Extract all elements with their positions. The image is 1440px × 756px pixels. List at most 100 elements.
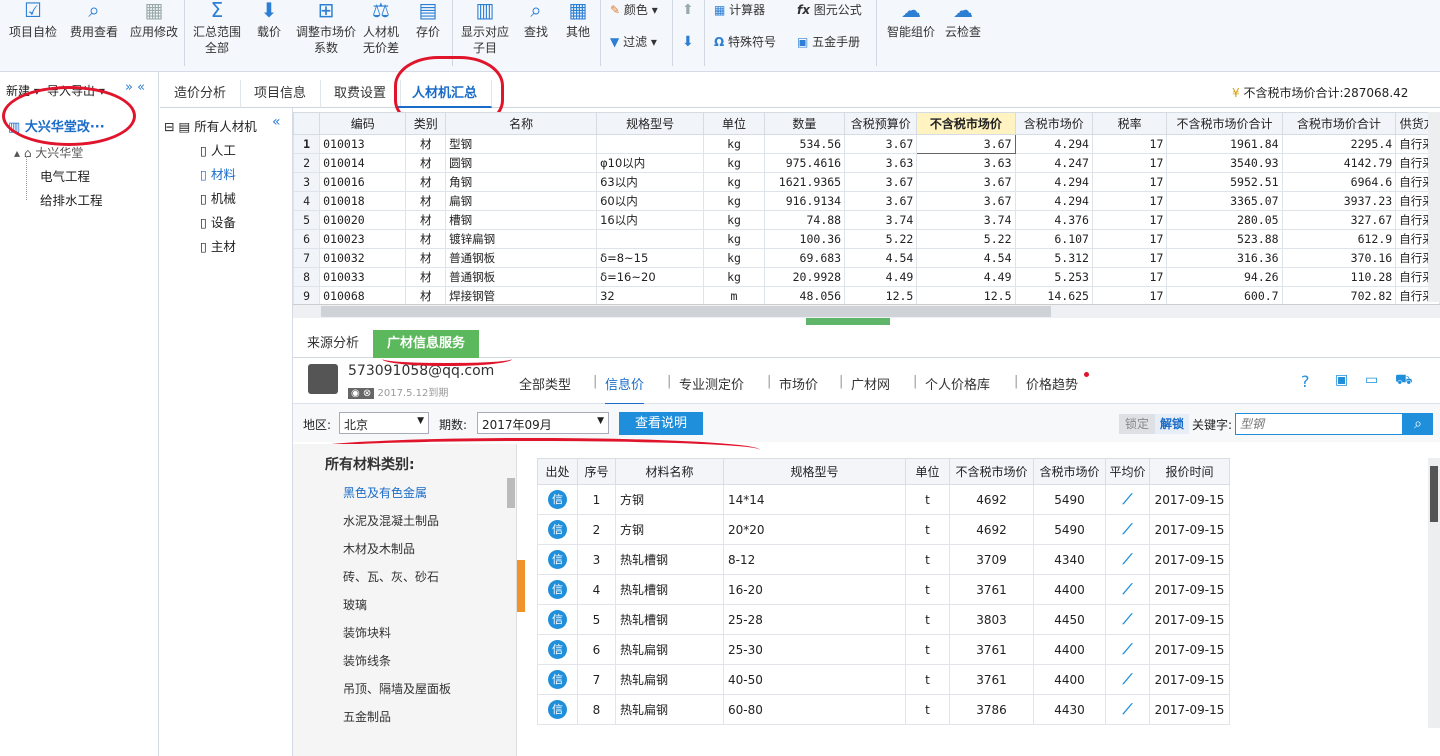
grid-header-3[interactable]: 规格型号 [596,112,705,135]
grid-cell[interactable]: 600.7 [1166,286,1283,306]
source-cell[interactable]: 信 [537,634,578,665]
avg-price-cell[interactable]: ⟋ [1105,574,1150,605]
grid-cell[interactable]: 材 [405,210,447,230]
price-cell[interactable]: 方钢 [615,514,724,545]
collapse-handle[interactable] [517,560,525,612]
table-row[interactable]: 3 010016 材角钢 63以内 kg 1621.9365 3.67 3.67 4.294 17… [292,172,1440,192]
table-row[interactable]: 4 010018 材扁钢 60以内 kg 916.9134 3.67 3.67 4.294 17 3… [292,191,1440,211]
grid-cell[interactable]: 3.63 [916,153,1016,173]
source-cell[interactable]: 信 [537,604,578,635]
tab-fee-settings[interactable]: 取费设置 [320,80,402,108]
avg-price-cell[interactable]: ⟋ [1105,634,1150,665]
grid-cell[interactable]: 4142.79 [1281,153,1397,173]
grid-cell[interactable]: 4 [292,191,321,211]
unit-node[interactable]: ▴ ⌂ 大兴华堂 [14,144,83,161]
price-cell[interactable]: 2017-09-15 [1149,604,1230,635]
grid-cell[interactable]: 5952.51 [1166,172,1283,192]
grid-header-7[interactable]: 不含税市场价 [916,112,1016,135]
unlock-button[interactable]: 解锁 [1155,414,1189,434]
grid-cell[interactable]: 010020 [319,210,407,230]
grid-cell[interactable]: 32 [596,286,705,306]
avg-price-cell[interactable]: ⟋ [1105,544,1150,575]
toolbar-button-binoculars[interactable]: ⌕ 查找 [516,0,556,40]
tree-item-4[interactable]: ▯ 主材 [200,236,236,255]
table-row[interactable]: 信 3 热轧槽钢 8-12 t 3709 4340 ⟋ 2017-09-15 [537,544,1230,575]
toolbar-button-balance[interactable]: ⚖ 人材机 无价差 [362,0,400,56]
source-cell[interactable]: 信 [537,484,578,515]
nav-item-3[interactable]: 市场价 [779,374,818,393]
grid-cell[interactable]: kg [703,191,765,211]
table-row[interactable]: 9 010068 材焊接钢管 32 m 48.056 12.5 12.5 14.625 17 600… [292,286,1440,306]
cart-icon[interactable]: ⛟ [1395,372,1413,390]
price-cell[interactable]: 2017-09-15 [1149,634,1230,665]
price-cell[interactable]: 热轧扁钢 [615,634,724,665]
grid-header-4[interactable]: 单位 [703,112,765,135]
toolbar-button-apply[interactable]: ▦ 应用修改 [124,0,184,40]
price-cell[interactable]: 3 [577,544,616,575]
grid-cell[interactable]: 3.67 [916,191,1016,211]
avg-price-cell[interactable]: ⟋ [1105,604,1150,635]
price-cell[interactable]: t [905,634,950,665]
grid-cell[interactable]: φ10以内 [596,153,705,173]
grid-cell[interactable]: 63以内 [596,172,705,192]
price-cell[interactable]: 3786 [949,694,1034,725]
grid-cell[interactable]: 17 [1091,267,1168,287]
special-symbol-button[interactable]: Ω 特殊符号 [714,32,776,52]
avg-price-cell[interactable]: ⟋ [1105,514,1150,545]
avg-price-cell[interactable]: ⟋ [1105,664,1150,695]
price-cell[interactable]: 2017-09-15 [1149,694,1230,725]
toolbar-button-grid[interactable]: ▦ 其他 [558,0,598,40]
grid-cell[interactable]: 3937.23 [1281,191,1397,211]
grid-cell[interactable]: 7 [292,248,321,268]
grid-cell[interactable]: 69.683 [763,248,846,268]
grid-cell[interactable]: 4.294 [1014,191,1093,211]
grid-cell[interactable]: 6.107 [1014,229,1093,249]
toolbar-button-save-price[interactable]: ▤ 存价 [408,0,448,40]
tree-item-electric[interactable]: 电气工程 [40,166,90,185]
grid-cell[interactable]: 17 [1091,153,1168,173]
grid-cell[interactable]: 3.74 [916,210,1016,230]
grid-cell[interactable]: 3.63 [844,153,918,173]
cloud-check-button[interactable]: ☁ 云检查 [940,0,986,40]
table-row[interactable]: 信 1 方钢 14*14 t 4692 5490 ⟋ 2017-09-15 [537,484,1230,515]
price-cell[interactable]: 热轧槽钢 [615,544,724,575]
price-header-4[interactable]: 单位 [905,458,950,485]
grid-cell[interactable]: 4.54 [844,248,918,268]
category-item[interactable]: 装饰块料 [343,624,391,641]
grid-cell[interactable]: 3.74 [844,210,918,230]
grid-header-8[interactable]: 含税市场价 [1014,112,1093,135]
grid-cell[interactable]: 材 [405,172,447,192]
chat-icon[interactable]: ▭ [1365,372,1378,388]
price-cell[interactable]: 热轧槽钢 [615,604,724,635]
filter-button[interactable]: ▼ 过滤 ▾ [610,32,657,52]
grid-cell[interactable]: 523.88 [1166,229,1283,249]
grid-cell[interactable]: 2295.4 [1281,134,1397,154]
table-row[interactable]: 信 8 热轧扁钢 60-80 t 3786 4430 ⟋ 2017-09-15 [537,694,1230,725]
grid-cell[interactable]: 17 [1091,134,1168,154]
grid-cell[interactable]: 材 [405,267,447,287]
price-cell[interactable]: 5490 [1033,514,1106,545]
grid-cell[interactable]: 100.36 [763,229,846,249]
grid-cell[interactable]: kg [703,172,765,192]
price-cell[interactable]: 3761 [949,574,1034,605]
price-cell[interactable]: 2017-09-15 [1149,574,1230,605]
trend-chart-icon[interactable]: ⟋ [1123,522,1133,538]
grid-cell[interactable]: 焊接钢管 [445,286,598,306]
price-cell[interactable]: 14*14 [723,484,906,515]
grid-cell[interactable]: 材 [405,134,447,154]
grid-cell[interactable]: 12.5 [916,286,1016,306]
category-item[interactable]: 水泥及混凝土制品 [343,512,439,529]
grid-cell[interactable]: 110.28 [1281,267,1397,287]
info-price-icon[interactable]: 信 [548,520,567,539]
price-cell[interactable]: t [905,544,950,575]
grid-cell[interactable]: 材 [405,229,447,249]
nav-item-5[interactable]: 个人价格库 [925,374,990,393]
category-scrollbar[interactable] [507,478,515,508]
price-cell[interactable]: 4450 [1033,604,1106,635]
price-cell[interactable]: 2017-09-15 [1149,544,1230,575]
price-cell[interactable]: 25-30 [723,634,906,665]
table-row[interactable]: 1 010013 材型钢 kg 534.56 3.67 3.67 4.294 17 1961.84… [292,134,1440,154]
grid-cell[interactable]: δ=8~15 [596,248,705,268]
grid-cell[interactable]: 702.82 [1281,286,1397,306]
grid-cell[interactable]: 3.67 [844,134,918,154]
